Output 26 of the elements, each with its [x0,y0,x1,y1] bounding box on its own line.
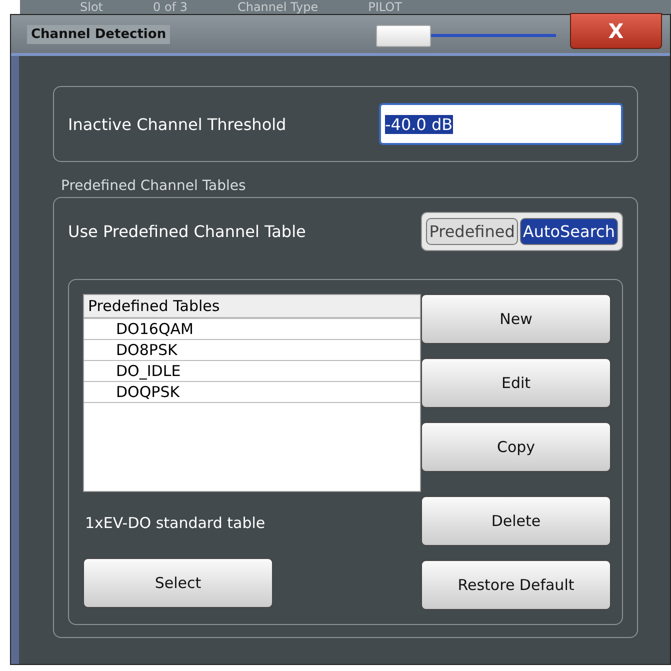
close-button[interactable]: X [570,13,662,49]
background-label: PILOT [368,0,402,14]
action-button[interactable]: Edit [421,358,611,408]
toggle-label: Use Predefined Channel Table [68,222,306,241]
background-label: Channel Type [237,0,318,14]
toggle-option[interactable]: Predefined [426,218,518,245]
table-header: Predefined Tables [84,295,420,319]
select-button[interactable]: Select [83,558,273,608]
background-label: 0 of 3 [153,0,188,14]
table-row[interactable]: DO8PSK [84,340,420,361]
action-button[interactable]: Restore Default [421,560,611,610]
table-row[interactable]: DOQPSK [84,382,420,403]
table-row[interactable]: DO_IDLE [84,361,420,382]
threshold-label: Inactive Channel Threshold [68,114,286,134]
action-button[interactable]: New [421,294,611,344]
transparency-slider[interactable] [376,25,556,45]
window-title: Channel Detection [27,24,170,44]
action-button[interactable]: Delete [421,496,611,546]
info-text: 1xEV-DO standard table [85,514,266,532]
table-row[interactable]: DO16QAM [84,319,420,340]
threshold-input-field[interactable]: -40.0 dB [379,103,623,145]
background-label: Slot [80,0,103,14]
toggle-option[interactable]: AutoSearch [520,218,618,245]
slider-thumb[interactable] [376,25,431,47]
group-title: Predefined Channel Tables [61,178,247,194]
action-button[interactable]: Copy [421,422,611,472]
